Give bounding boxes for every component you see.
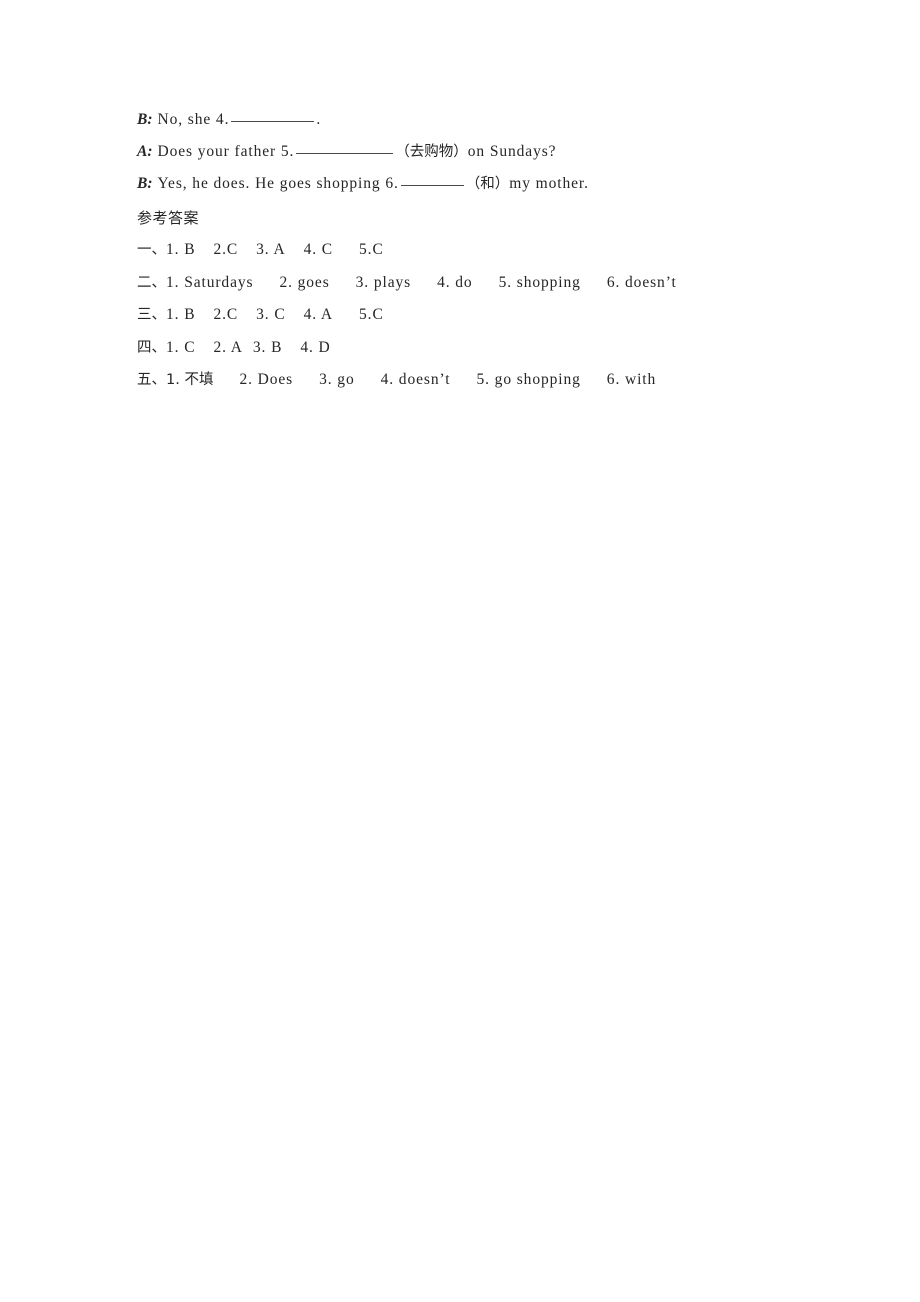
speaker-label: B: xyxy=(137,111,153,128)
answer-item: 3. plays xyxy=(355,273,412,291)
dialogue-text-2a: Does your father 5. xyxy=(157,143,295,160)
answer-section-label: 四、 xyxy=(137,339,166,356)
answer-item: 1. Saturdays xyxy=(166,273,254,291)
dialogue-line-2: A: Does your father 5. （去购物）on Sundays? xyxy=(137,136,857,168)
answer-item: 3. A xyxy=(256,241,286,258)
dialogue-text-3a: Yes, he does. He goes shopping 6. xyxy=(157,175,399,192)
answer-section-1: 一、1. B 2.C 3. A 4. C 5.C xyxy=(137,234,857,267)
answer-key-heading: 参考答案 xyxy=(137,209,200,227)
answer-item: 5. shopping xyxy=(498,273,581,291)
answer-item: 4. D xyxy=(300,338,331,356)
answer-section-label: 三、 xyxy=(137,307,166,323)
dialogue-text-2b: on Sundays? xyxy=(467,143,557,160)
speaker-label: A: xyxy=(137,143,153,160)
speaker-label: B: xyxy=(137,175,153,192)
answer-section-2: 二、1. Saturdays 2. goes 3. plays 4. do 5. sho… xyxy=(137,267,857,300)
answer-item: 1. 不填 xyxy=(166,372,214,388)
dialogue-text-1b: . xyxy=(316,111,322,128)
answer-section-label: 一、 xyxy=(137,242,166,258)
dialogue-text-3b: my mother. xyxy=(509,175,589,192)
answer-item: 5. go shopping xyxy=(476,371,581,388)
document-content: B: No, she 4.. A: Does your father 5. （去购物）… xyxy=(137,104,857,397)
answer-section-label: 二、 xyxy=(137,274,166,291)
dialogue-text-1a: No, she 4. xyxy=(157,111,230,128)
answer-item: 1. B xyxy=(166,241,196,258)
answer-item: 5.C xyxy=(359,306,384,323)
answer-item: 4. A xyxy=(303,306,334,323)
answer-item: 2.C xyxy=(213,306,239,323)
answer-blank[interactable] xyxy=(400,174,464,186)
dialogue-line-3: B: Yes, he does. He goes shopping 6. （和）my… xyxy=(137,168,857,200)
dialogue-hint-3: （和） xyxy=(465,176,510,192)
answer-section-4: 四、1. C 2. A 3. B 4. D xyxy=(137,332,857,365)
dialogue-line-1: B: No, she 4.. xyxy=(137,104,857,136)
answer-item: 6. with xyxy=(606,371,657,388)
answer-item: 4. C xyxy=(303,241,334,258)
answer-item: 4. doesn’t xyxy=(380,371,451,388)
answer-item: 3. B xyxy=(252,338,283,356)
answer-section-3: 三、1. B 2.C 3. C 4. A 5.C xyxy=(137,299,857,332)
answer-item: 4. do xyxy=(437,273,473,291)
answer-item: 2. goes xyxy=(279,273,330,291)
answer-item: 2. Does xyxy=(239,371,294,388)
answer-item: 2.C xyxy=(213,241,239,258)
answer-blank[interactable] xyxy=(296,142,394,154)
answer-item: 2. A xyxy=(213,338,243,356)
answer-blank[interactable] xyxy=(231,110,315,122)
answer-section-label: 五、 xyxy=(137,372,166,388)
answer-item: 1. C xyxy=(166,338,196,356)
answer-item: 1. B xyxy=(166,306,196,323)
dialogue-hint-2: （去购物） xyxy=(395,144,468,160)
answer-item: 5.C xyxy=(359,241,384,258)
answer-item: 3. C xyxy=(256,306,286,323)
answer-section-5: 五、1. 不填 2. Does 3. go 4. doesn’t 5. go shopp… xyxy=(137,364,857,397)
answer-item: 3. go xyxy=(319,371,355,388)
answer-item: 6. doesn’t xyxy=(606,273,677,291)
document-page: B: No, she 4.. A: Does your father 5. （去购物）… xyxy=(0,0,920,1302)
